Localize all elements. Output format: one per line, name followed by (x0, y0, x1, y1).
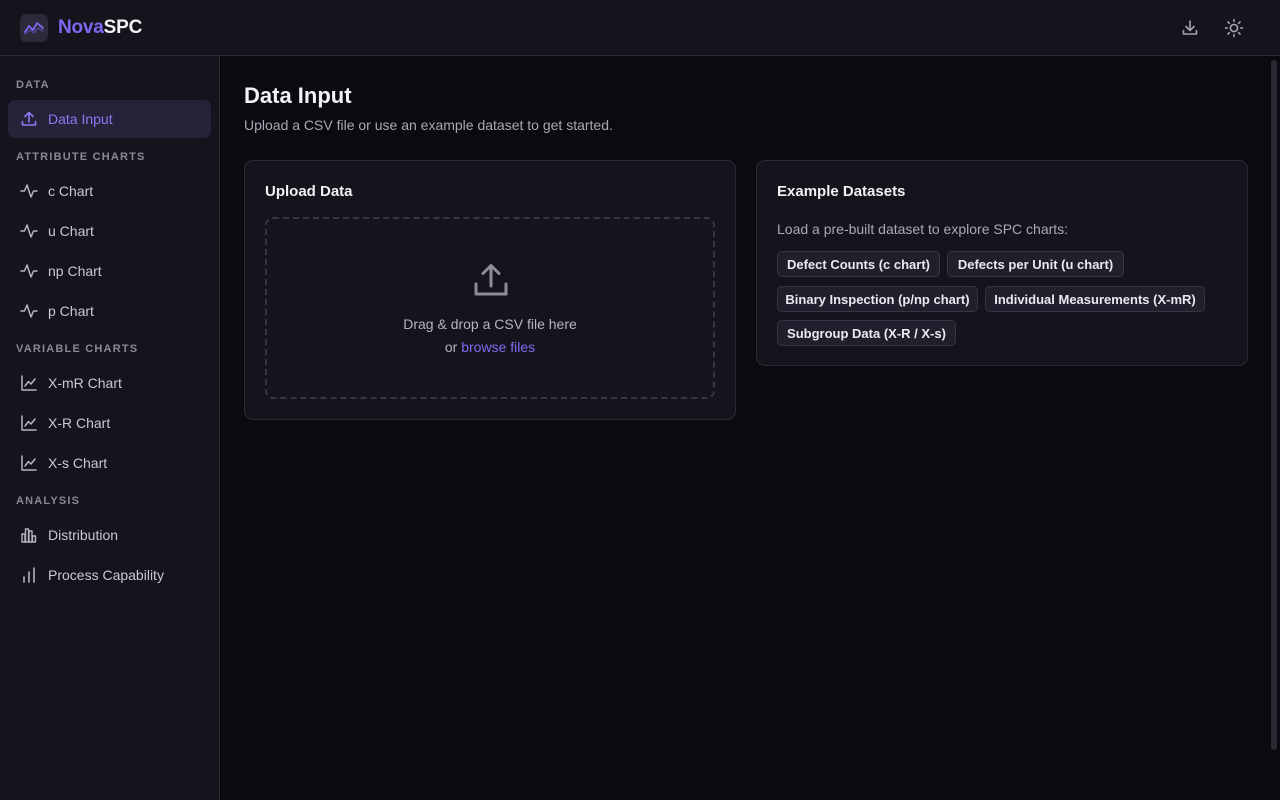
sidebar-item-p-chart[interactable]: p Chart (8, 292, 211, 330)
line-chart-icon (20, 454, 38, 472)
section-title-analysis: ANALYSIS (16, 495, 81, 507)
sidebar-item-label: X-R Chart (48, 415, 111, 431)
app-brand: NovaSPC (58, 17, 142, 39)
download-icon (1182, 20, 1198, 35)
brand-spc: SPC (103, 17, 143, 38)
sidebar-item-data-input[interactable]: Data Input (8, 100, 211, 138)
section-title-variable-charts: VARIABLE CHARTS (16, 343, 139, 355)
upload-icon (474, 264, 508, 296)
main-scrollbar[interactable] (1271, 60, 1277, 750)
sidebar-item-distribution[interactable]: Distribution (8, 516, 211, 554)
brand-nova: Nova (58, 17, 104, 38)
page-title: Data Input (244, 83, 352, 108)
chart-line-icon (20, 14, 48, 42)
dataset-chip-defect-counts[interactable]: Defect Counts (c chart) (777, 251, 940, 277)
dropzone-or-text: or (444, 339, 458, 355)
sidebar-item-label: c Chart (48, 183, 94, 199)
bar-chart-icon (20, 566, 38, 584)
dataset-chip-individual-measurements[interactable]: Individual Measurements (X-mR) (985, 286, 1205, 312)
sidebar-item-process-capability[interactable]: Process Capability (8, 556, 211, 594)
sidebar-item-label: Data Input (48, 111, 113, 127)
sidebar-item-label: np Chart (48, 263, 102, 279)
sidebar-item-x-s-chart[interactable]: X-s Chart (8, 444, 211, 482)
examples-description: Load a pre-built dataset to explore SPC … (777, 221, 1069, 237)
activity-icon (20, 302, 38, 320)
section-title-attribute-charts: ATTRIBUTE CHARTS (16, 151, 146, 163)
section-title-data: DATA (16, 79, 50, 91)
histogram-icon (20, 526, 38, 544)
sidebar-item-label: X-s Chart (48, 455, 108, 471)
upload-icon (20, 110, 38, 128)
sun-icon (1224, 18, 1244, 38)
dropzone-instruction: Drag & drop a CSV file here (403, 316, 577, 332)
examples-card: Example Datasets Load a pre-built datase… (756, 160, 1248, 366)
activity-icon (20, 182, 38, 200)
sidebar-item-label: Process Capability (48, 567, 164, 583)
sidebar-item-x-mr-chart[interactable]: X-mR Chart (8, 364, 211, 402)
app-header: NovaSPC (0, 0, 1280, 56)
upload-card: Upload Data Drag & drop a CSV file here … (244, 160, 736, 420)
sidebar-item-label: p Chart (48, 303, 94, 319)
sidebar-item-x-r-chart[interactable]: X-R Chart (8, 404, 211, 442)
dataset-chip-binary-inspection[interactable]: Binary Inspection (p/np chart) (777, 286, 978, 312)
browse-files-link[interactable]: browse files (461, 339, 535, 355)
line-chart-icon (20, 374, 38, 392)
sidebar-item-np-chart[interactable]: np Chart (8, 252, 211, 290)
sidebar-item-label: u Chart (48, 223, 94, 239)
theme-toggle-button[interactable] (1220, 14, 1248, 42)
upload-card-title: Upload Data (265, 183, 353, 200)
sidebar: DATA Data Input ATTRIBUTE CHARTS c Chart… (0, 56, 220, 800)
csv-dropzone[interactable]: Drag & drop a CSV file here or browse fi… (265, 217, 715, 399)
sidebar-item-label: X-mR Chart (48, 375, 122, 391)
dataset-chip-subgroup-data[interactable]: Subgroup Data (X-R / X-s) (777, 320, 956, 346)
examples-card-title: Example Datasets (777, 183, 906, 200)
line-chart-icon (20, 414, 38, 432)
page-subtitle: Upload a CSV file or use an example data… (244, 117, 613, 133)
dropzone-browse-line: or browse files (267, 339, 713, 355)
download-button[interactable] (1176, 14, 1204, 42)
activity-icon (20, 262, 38, 280)
sidebar-item-label: Distribution (48, 527, 119, 543)
activity-icon (20, 222, 38, 240)
sidebar-item-u-chart[interactable]: u Chart (8, 212, 211, 250)
dataset-chip-defects-per-unit[interactable]: Defects per Unit (u chart) (947, 251, 1124, 277)
sidebar-item-c-chart[interactable]: c Chart (8, 172, 211, 210)
